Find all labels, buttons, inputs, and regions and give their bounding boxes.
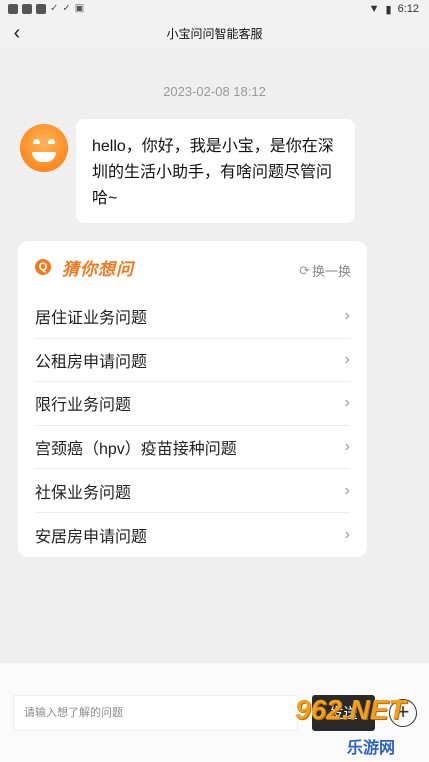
bot-message-bubble: hello，你好，我是小宝，是你在深圳的生活小助手，有啥问题尽管问哈~ — [76, 119, 355, 223]
suggestion-item[interactable]: 社保业务问题 › — [35, 469, 350, 513]
bot-message-text: hello，你好，我是小宝，是你在深圳的生活小助手，有啥问题尽管问哈~ — [92, 138, 334, 207]
suggestion-label: 安居房申请问题 — [35, 528, 148, 546]
suggestion-item[interactable]: 安居房申请问题 › — [35, 513, 350, 557]
chevron-right-icon: › — [344, 481, 350, 499]
suggestion-label: 宫颈癌（hpv）疫苗接种问题 — [35, 441, 237, 459]
check-icon: ✓ — [62, 3, 71, 14]
watermark-sub: 乐游网 — [347, 740, 396, 757]
chevron-right-icon: › — [344, 438, 350, 456]
status-time: 6:12 — [397, 3, 419, 15]
suggestions-list: 居住证业务问题 › 公租房申请问题 › 限行业务问题 › 宫颈癌（hpv）疫苗接… — [35, 295, 350, 557]
bot-avatar — [20, 124, 68, 172]
wifi-icon: ▼ — [368, 3, 380, 15]
suggestions-card: Q 猜你想问 ⟳ 换一换 居住证业务问题 › 公租房申请问题 › 限行业务问题 … — [18, 241, 367, 557]
back-button[interactable]: ‹ — [8, 23, 26, 43]
back-icon: ‹ — [13, 22, 21, 44]
check-icon: ✓ — [50, 3, 59, 14]
battery-icon: ▮ — [385, 3, 392, 16]
notification-icon — [22, 4, 32, 14]
notification-icon — [8, 4, 18, 14]
question-icon: Q — [35, 259, 51, 275]
suggestion-item[interactable]: 限行业务问题 › — [35, 382, 350, 426]
suggestion-label: 限行业务问题 — [35, 397, 132, 415]
message-input[interactable] — [13, 695, 298, 731]
watermark-logo: 962.NET 乐游网 — [295, 690, 425, 758]
suggestion-item[interactable]: 宫颈癌（hpv）疫苗接种问题 › — [35, 426, 350, 470]
suggestion-item[interactable]: 公租房申请问题 › — [35, 339, 350, 383]
status-right: ▼ ▮ 6:12 — [369, 3, 419, 16]
notification-icon — [36, 4, 46, 14]
chevron-right-icon: › — [344, 394, 350, 412]
chevron-right-icon: › — [344, 525, 350, 543]
suggestions-title: 猜你想问 — [62, 260, 134, 279]
suggestion-label: 居住证业务问题 — [35, 310, 148, 328]
avatar-eye — [33, 139, 40, 144]
suggestion-label: 公租房申请问题 — [35, 353, 148, 371]
status-bar: ✓ ✓ ▣ ▼ ▮ 6:12 — [0, 0, 429, 18]
suggestion-label: 社保业务问题 — [35, 484, 132, 502]
chevron-right-icon: › — [344, 307, 350, 325]
refresh-icon: ⟳ — [299, 262, 310, 278]
app-icon: ▣ — [74, 3, 85, 14]
page-title: 小宝问问智能客服 — [166, 26, 263, 41]
refresh-label: 换一换 — [311, 264, 351, 279]
suggestion-item[interactable]: 居住证业务问题 › — [35, 295, 350, 339]
nav-bar: ‹ 小宝问问智能客服 — [0, 18, 429, 48]
refresh-button[interactable]: ⟳ 换一换 — [299, 261, 351, 280]
chevron-right-icon: › — [344, 350, 350, 368]
suggestions-header: Q 猜你想问 ⟳ 换一换 — [18, 241, 367, 291]
chat-timestamp: 2023-02-08 18:12 — [163, 84, 266, 99]
avatar-mouth — [32, 152, 56, 162]
avatar-eye — [48, 139, 55, 144]
status-left-icons: ✓ ✓ ▣ — [8, 4, 84, 14]
watermark-main: 962.NET — [295, 694, 406, 725]
